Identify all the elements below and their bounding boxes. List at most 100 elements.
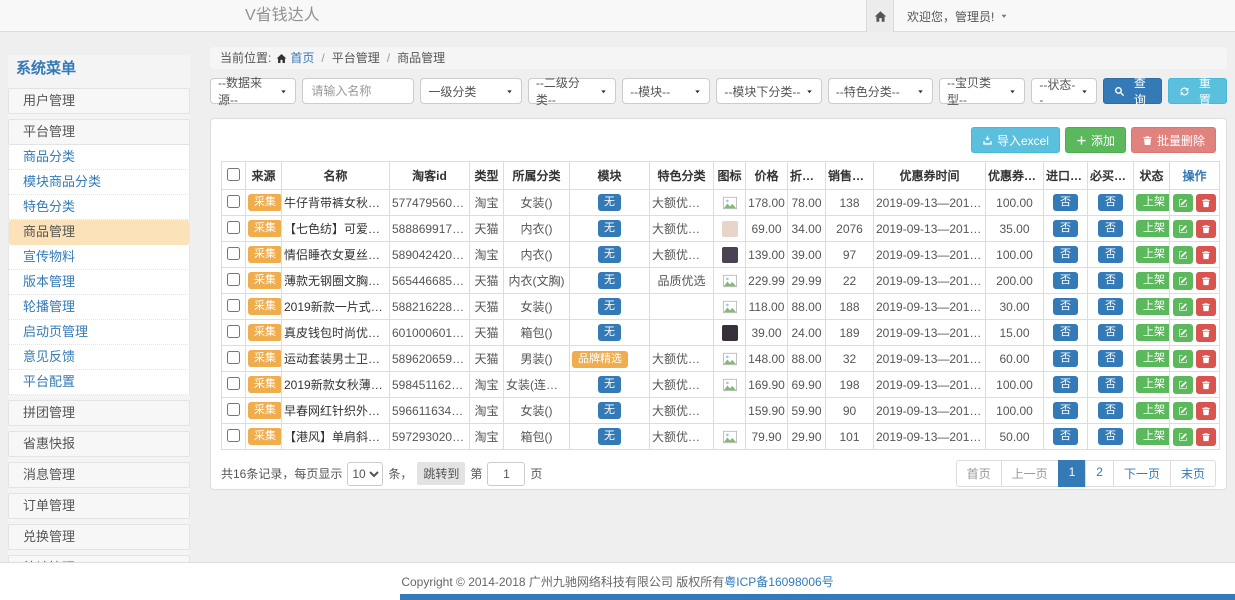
edit-button[interactable]	[1173, 246, 1193, 264]
batch-delete-button[interactable]: 批量删除	[1131, 127, 1216, 153]
user-menu[interactable]: 欢迎您，管理员!	[907, 0, 1009, 32]
add-button[interactable]: 添加	[1065, 127, 1126, 153]
status-toggle[interactable]: 上架	[1136, 220, 1170, 237]
delete-button[interactable]	[1196, 298, 1216, 316]
sidebar-item-link[interactable]: 特色分类	[8, 195, 190, 220]
sidebar-item-link[interactable]: 商品分类	[8, 145, 190, 170]
sidebar-item-active[interactable]: 商品管理	[8, 220, 190, 245]
row-checkbox[interactable]	[227, 403, 240, 416]
import-select-toggle[interactable]: 否	[1053, 428, 1078, 445]
status-toggle[interactable]: 上架	[1136, 324, 1170, 341]
status-toggle[interactable]: 上架	[1136, 376, 1170, 393]
row-checkbox[interactable]	[227, 195, 240, 208]
edit-button[interactable]	[1173, 194, 1193, 212]
name-search-input[interactable]	[302, 78, 414, 104]
delete-button[interactable]	[1196, 402, 1216, 420]
import-select-toggle[interactable]: 否	[1053, 324, 1078, 341]
row-checkbox[interactable]	[227, 273, 240, 286]
filter-select[interactable]: --二级分类--	[528, 78, 616, 104]
delete-button[interactable]	[1196, 272, 1216, 290]
import-excel-button[interactable]: 导入excel	[971, 127, 1060, 153]
status-toggle[interactable]: 上架	[1136, 246, 1170, 263]
sidebar-item-link[interactable]: 平台管理	[8, 119, 190, 145]
must-buy-toggle[interactable]: 否	[1098, 350, 1123, 367]
import-select-toggle[interactable]: 否	[1053, 194, 1078, 211]
filter-select[interactable]: --数据来源--	[210, 78, 296, 104]
row-checkbox[interactable]	[227, 221, 240, 234]
filter-select[interactable]: --宝贝类型--	[939, 78, 1025, 104]
must-buy-toggle[interactable]: 否	[1098, 402, 1123, 419]
import-select-toggle[interactable]: 否	[1053, 246, 1078, 263]
sidebar-item-link[interactable]: 订单管理	[8, 493, 190, 519]
sidebar-item-link[interactable]: 省惠快报	[8, 431, 190, 457]
must-buy-toggle[interactable]: 否	[1098, 246, 1123, 263]
delete-button[interactable]	[1196, 220, 1216, 238]
delete-button[interactable]	[1196, 194, 1216, 212]
page-button[interactable]: 2	[1085, 460, 1114, 487]
must-buy-toggle[interactable]: 否	[1098, 298, 1123, 315]
status-toggle[interactable]: 上架	[1136, 194, 1170, 211]
edit-button[interactable]	[1173, 298, 1193, 316]
edit-button[interactable]	[1173, 350, 1193, 368]
edit-button[interactable]	[1173, 272, 1193, 290]
must-buy-toggle[interactable]: 否	[1098, 272, 1123, 289]
filter-select[interactable]: --状态--	[1031, 78, 1096, 104]
must-buy-toggle[interactable]: 否	[1098, 324, 1123, 341]
page-button[interactable]: 上一页	[1001, 460, 1059, 487]
page-button[interactable]: 下一页	[1113, 460, 1171, 487]
sidebar-item-link[interactable]: 模块商品分类	[8, 170, 190, 195]
row-checkbox[interactable]	[227, 299, 240, 312]
import-select-toggle[interactable]: 否	[1053, 298, 1078, 315]
sidebar-item-link[interactable]: 消息管理	[8, 462, 190, 488]
filter-select[interactable]: 一级分类	[420, 78, 522, 104]
row-checkbox[interactable]	[227, 429, 240, 442]
sidebar-item-link[interactable]: 意见反馈	[8, 345, 190, 370]
status-toggle[interactable]: 上架	[1136, 350, 1170, 367]
delete-button[interactable]	[1196, 376, 1216, 394]
sidebar-item-link[interactable]: 宣传物料	[8, 245, 190, 270]
row-checkbox[interactable]	[227, 377, 240, 390]
jump-page-input[interactable]	[487, 462, 525, 486]
must-buy-toggle[interactable]: 否	[1098, 376, 1123, 393]
status-toggle[interactable]: 上架	[1136, 428, 1170, 445]
sidebar-item-link[interactable]: 拼团管理	[8, 400, 190, 426]
breadcrumb-home-link[interactable]: 首页	[290, 47, 314, 69]
edit-button[interactable]	[1173, 428, 1193, 446]
must-buy-toggle[interactable]: 否	[1098, 194, 1123, 211]
page-button[interactable]: 1	[1058, 460, 1087, 487]
row-checkbox[interactable]	[227, 351, 240, 364]
delete-button[interactable]	[1196, 324, 1216, 342]
sidebar-item-link[interactable]: 兑换管理	[8, 524, 190, 550]
status-toggle[interactable]: 上架	[1136, 402, 1170, 419]
filter-select[interactable]: --特色分类--	[828, 78, 933, 104]
sidebar-item-link[interactable]: 轮播管理	[8, 295, 190, 320]
delete-button[interactable]	[1196, 428, 1216, 446]
edit-button[interactable]	[1173, 324, 1193, 342]
page-button[interactable]: 末页	[1170, 460, 1216, 487]
edit-button[interactable]	[1173, 402, 1193, 420]
delete-button[interactable]	[1196, 246, 1216, 264]
sidebar-item-link[interactable]: 启动页管理	[8, 320, 190, 345]
status-toggle[interactable]: 上架	[1136, 298, 1170, 315]
reset-button[interactable]: 重置	[1168, 78, 1227, 104]
must-buy-toggle[interactable]: 否	[1098, 428, 1123, 445]
icp-link[interactable]: 粤ICP备16098006号	[724, 575, 833, 589]
import-select-toggle[interactable]: 否	[1053, 220, 1078, 237]
home-button[interactable]	[866, 0, 894, 32]
status-toggle[interactable]: 上架	[1136, 272, 1170, 289]
edit-button[interactable]	[1173, 376, 1193, 394]
import-select-toggle[interactable]: 否	[1053, 376, 1078, 393]
edit-button[interactable]	[1173, 220, 1193, 238]
sidebar-item-link[interactable]: 平台配置	[8, 370, 190, 395]
sidebar-item-link[interactable]: 用户管理	[8, 88, 190, 114]
sidebar-item-link[interactable]: 统计管理	[8, 555, 190, 562]
page-button[interactable]: 首页	[956, 460, 1002, 487]
import-select-toggle[interactable]: 否	[1053, 402, 1078, 419]
row-checkbox[interactable]	[227, 247, 240, 260]
query-button[interactable]: 查询	[1103, 78, 1162, 104]
must-buy-toggle[interactable]: 否	[1098, 220, 1123, 237]
import-select-toggle[interactable]: 否	[1053, 350, 1078, 367]
per-page-select[interactable]: 10	[347, 462, 383, 486]
filter-select[interactable]: --模块--	[622, 78, 710, 104]
filter-select[interactable]: --模块下分类--	[716, 78, 821, 104]
